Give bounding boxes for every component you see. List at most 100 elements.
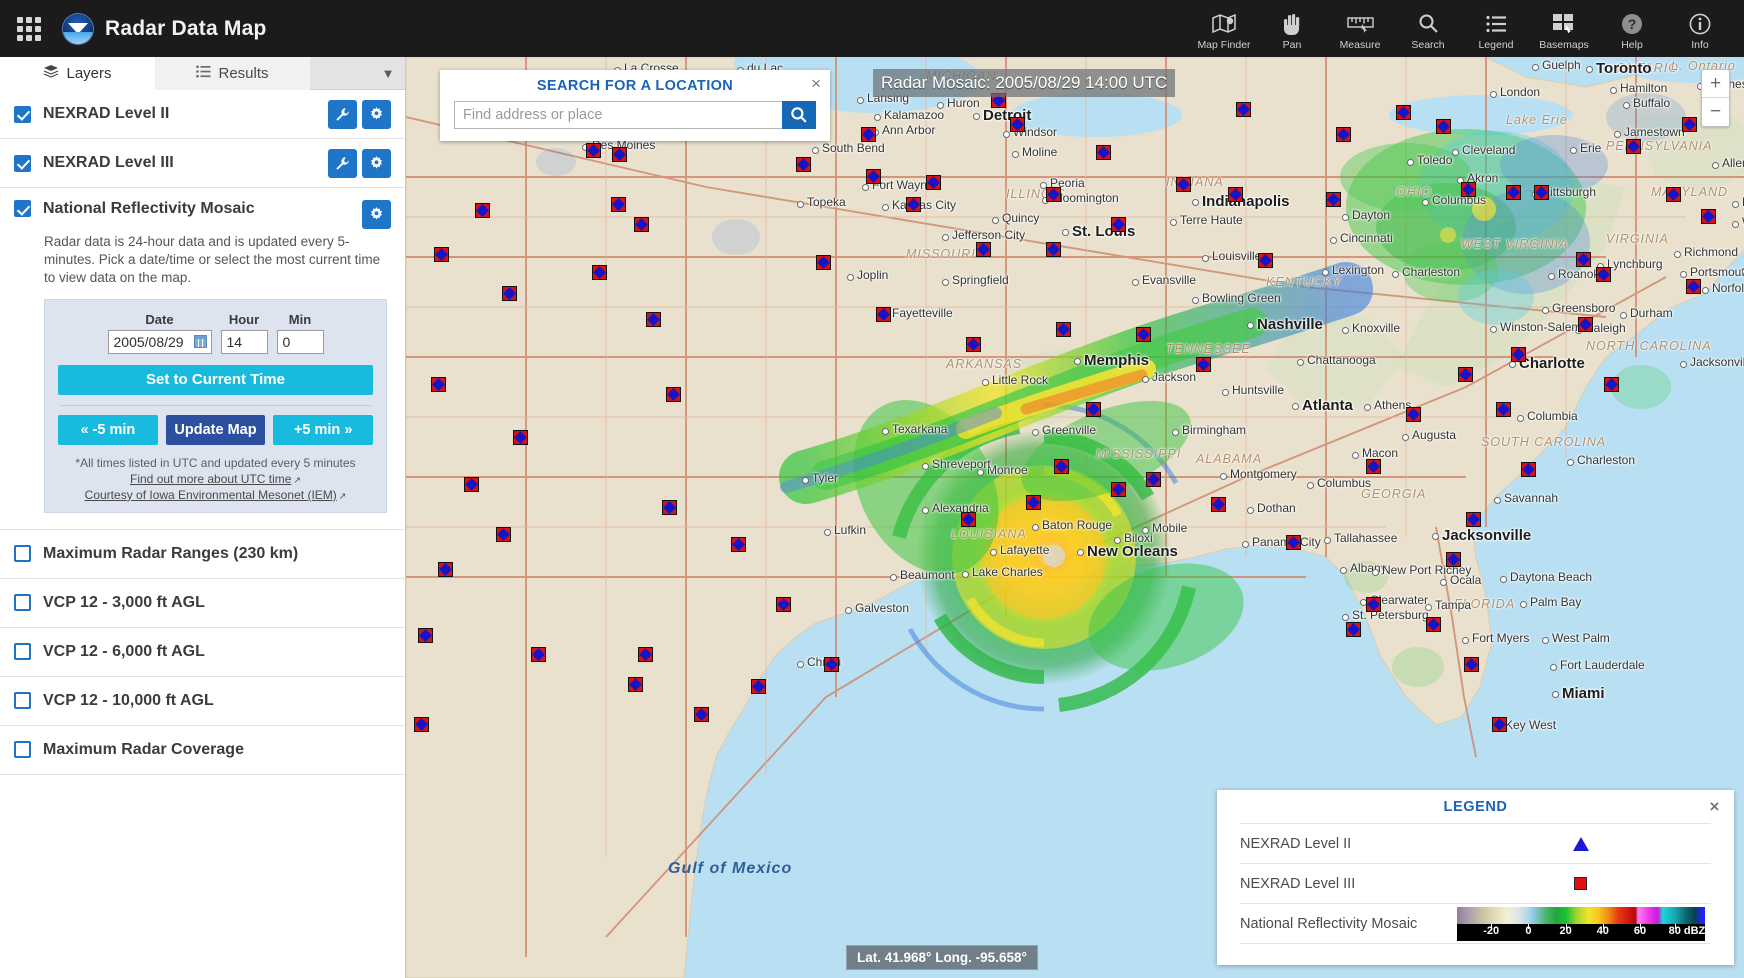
radar-station-marker[interactable] <box>1096 145 1111 160</box>
wrench-button-nexrad-level-2[interactable] <box>328 100 357 129</box>
radar-station-marker[interactable] <box>1426 617 1441 632</box>
set-current-time-button[interactable]: Set to Current Time <box>58 365 373 395</box>
tool-info[interactable]: Info <box>1666 7 1734 51</box>
tool-measure[interactable]: Measure <box>1326 7 1394 51</box>
iem-courtesy-link[interactable]: Courtesy of Iowa Environmental Mesonet (… <box>58 488 373 502</box>
radar-station-marker[interactable] <box>634 217 649 232</box>
radar-station-marker[interactable] <box>612 147 627 162</box>
search-input[interactable] <box>454 101 782 129</box>
close-icon[interactable]: × <box>811 75 821 92</box>
radar-station-marker[interactable] <box>1464 657 1479 672</box>
apps-grid-icon[interactable] <box>17 17 41 41</box>
radar-station-marker[interactable] <box>1146 472 1161 487</box>
radar-station-marker[interactable] <box>1111 482 1126 497</box>
radar-station-marker[interactable] <box>1682 117 1697 132</box>
utc-info-link[interactable]: Find out more about UTC time <box>58 472 373 486</box>
tool-basemaps[interactable]: Basemaps <box>1530 7 1598 51</box>
gear-button-nexrad-level-3[interactable] <box>362 149 391 178</box>
layer-checkbox-vcp12-10000ft[interactable] <box>14 692 31 709</box>
tool-help[interactable]: ? Help <box>1598 7 1666 51</box>
close-icon[interactable]: × <box>1709 797 1720 817</box>
tab-layers[interactable]: Layers <box>0 57 155 90</box>
radar-station-marker[interactable] <box>1396 105 1411 120</box>
radar-station-marker[interactable] <box>1046 187 1061 202</box>
radar-station-marker[interactable] <box>824 657 839 672</box>
radar-station-marker[interactable] <box>1511 347 1526 362</box>
radar-station-marker[interactable] <box>1492 717 1507 732</box>
wrench-button-nexrad-level-3[interactable] <box>328 149 357 178</box>
radar-station-marker[interactable] <box>876 307 891 322</box>
radar-station-marker[interactable] <box>1686 279 1701 294</box>
radar-station-marker[interactable] <box>1258 253 1273 268</box>
radar-station-marker[interactable] <box>662 500 677 515</box>
radar-station-marker[interactable] <box>1366 459 1381 474</box>
tool-pan[interactable]: Pan <box>1258 7 1326 51</box>
radar-station-marker[interactable] <box>496 527 511 542</box>
radar-station-marker[interactable] <box>414 717 429 732</box>
radar-station-marker[interactable] <box>1046 242 1061 257</box>
radar-station-marker[interactable] <box>731 537 746 552</box>
radar-station-marker[interactable] <box>434 247 449 262</box>
layer-row-nexrad-level-2[interactable]: NEXRAD Level II <box>0 90 405 139</box>
layer-checkbox-vcp12-6000ft[interactable] <box>14 643 31 660</box>
radar-station-marker[interactable] <box>816 255 831 270</box>
layer-row-maximum-radar-coverage[interactable]: Maximum Radar Coverage <box>0 726 405 775</box>
radar-station-marker[interactable] <box>1406 407 1421 422</box>
tool-map-finder[interactable]: Map Finder <box>1190 7 1258 51</box>
layer-checkbox-maximum-radar-ranges[interactable] <box>14 545 31 562</box>
radar-station-marker[interactable] <box>1506 185 1521 200</box>
radar-station-marker[interactable] <box>438 562 453 577</box>
radar-station-marker[interactable] <box>418 628 433 643</box>
layer-row-national-reflectivity-mosaic[interactable]: National Reflectivity Mosaic <box>0 188 405 229</box>
radar-station-marker[interactable] <box>1211 497 1226 512</box>
radar-station-marker[interactable] <box>592 265 607 280</box>
layer-checkbox-nexrad-level-2[interactable] <box>14 106 31 123</box>
update-map-button[interactable]: Update Map <box>166 415 266 445</box>
plus-5-min-button[interactable]: +5 min » <box>273 415 373 445</box>
map-viewport[interactable]: Gulf of Mexico SEARCH FOR A LOCATION × R… <box>406 57 1744 978</box>
radar-station-marker[interactable] <box>976 242 991 257</box>
radar-station-marker[interactable] <box>1596 267 1611 282</box>
layer-checkbox-national-reflectivity-mosaic[interactable] <box>14 200 31 217</box>
tab-results[interactable]: Results <box>155 57 310 90</box>
radar-station-marker[interactable] <box>1086 402 1101 417</box>
radar-station-marker[interactable] <box>1446 552 1461 567</box>
radar-station-marker[interactable] <box>502 286 517 301</box>
radar-station-marker[interactable] <box>475 203 490 218</box>
radar-station-marker[interactable] <box>1521 462 1536 477</box>
radar-station-marker[interactable] <box>751 679 766 694</box>
radar-station-marker[interactable] <box>1056 322 1071 337</box>
radar-station-marker[interactable] <box>1236 102 1251 117</box>
radar-station-marker[interactable] <box>1466 512 1481 527</box>
radar-station-marker[interactable] <box>1701 209 1716 224</box>
layer-checkbox-maximum-radar-coverage[interactable] <box>14 741 31 758</box>
radar-station-marker[interactable] <box>611 197 626 212</box>
radar-station-marker[interactable] <box>638 647 653 662</box>
radar-station-marker[interactable] <box>1286 535 1301 550</box>
radar-station-marker[interactable] <box>961 512 976 527</box>
radar-station-marker[interactable] <box>646 312 661 327</box>
layer-row-vcp12-10000ft[interactable]: VCP 12 - 10,000 ft AGL <box>0 677 405 726</box>
radar-station-marker[interactable] <box>1176 177 1191 192</box>
zoom-in-button[interactable]: + <box>1702 70 1729 98</box>
radar-station-marker[interactable] <box>586 143 601 158</box>
radar-station-marker[interactable] <box>1366 597 1381 612</box>
radar-station-marker[interactable] <box>513 430 528 445</box>
radar-station-marker[interactable] <box>1196 357 1211 372</box>
radar-station-marker[interactable] <box>866 169 881 184</box>
radar-station-marker[interactable] <box>628 677 643 692</box>
radar-station-marker[interactable] <box>861 127 876 142</box>
hour-input[interactable] <box>221 330 268 354</box>
radar-station-marker[interactable] <box>694 707 709 722</box>
radar-station-marker[interactable] <box>906 197 921 212</box>
radar-station-marker[interactable] <box>431 377 446 392</box>
search-submit-button[interactable] <box>782 101 816 129</box>
radar-station-marker[interactable] <box>966 337 981 352</box>
tool-legend[interactable]: Legend <box>1462 7 1530 51</box>
radar-station-marker[interactable] <box>1326 192 1341 207</box>
zoom-out-button[interactable]: − <box>1702 98 1729 126</box>
minus-5-min-button[interactable]: « -5 min <box>58 415 158 445</box>
radar-station-marker[interactable] <box>1054 459 1069 474</box>
radar-station-marker[interactable] <box>1136 327 1151 342</box>
layer-checkbox-vcp12-3000ft[interactable] <box>14 594 31 611</box>
